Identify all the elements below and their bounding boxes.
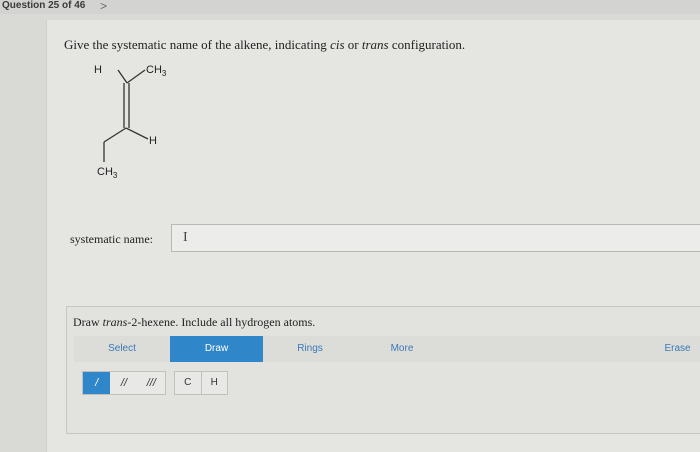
tab-more[interactable]: More <box>357 336 447 362</box>
atom-h-right: H <box>149 135 157 147</box>
triple-bond-button[interactable]: /// <box>138 372 165 394</box>
prompt-cis: cis <box>330 37 345 52</box>
alkene-structure: H CH3 H CH3 <box>94 64 167 180</box>
tab-erase[interactable]: Erase <box>655 336 700 362</box>
carbon-atom-button[interactable]: C <box>175 372 202 394</box>
bond-c1-ch3 <box>126 69 146 84</box>
bond-h-c1 <box>117 69 128 84</box>
double-bond-button[interactable]: // <box>110 372 137 394</box>
prompt-trans: trans <box>361 37 389 52</box>
systematic-name-label: systematic name: <box>70 232 153 246</box>
bond-c2-c3 <box>103 127 127 143</box>
next-question-icon[interactable]: > <box>100 0 107 13</box>
tab-rings[interactable]: Rings <box>263 336 357 362</box>
atom-tool-group: C H <box>174 371 228 395</box>
bond-tool-group: / // /// <box>82 371 166 395</box>
draw-instruction: Draw trans-2-hexene. Include all hydroge… <box>73 315 315 330</box>
prompt-text-start: Give the systematic name of the alkene, … <box>64 37 331 52</box>
bond-c2-h <box>125 127 149 140</box>
prompt-text-mid: or <box>344 37 362 52</box>
instr-start: Draw <box>73 315 103 329</box>
prompt-text-end: configuration. <box>388 37 466 52</box>
atom-h-top: H <box>94 64 102 76</box>
hydrogen-atom-button[interactable]: H <box>202 372 228 394</box>
single-bond-button[interactable]: / <box>83 372 111 394</box>
systematic-name-input[interactable] <box>171 224 700 252</box>
tab-select[interactable]: Select <box>74 336 170 362</box>
question-prompt: Give the systematic name of the alkene, … <box>64 37 465 53</box>
atom-ch3-top: CH3 <box>146 64 167 78</box>
tab-draw[interactable]: Draw <box>170 336 263 362</box>
atom-ch3-bottom: CH3 <box>97 166 118 180</box>
instr-end: -2-hexene. Include all hydrogen atoms. <box>127 315 316 329</box>
question-counter: Question 25 of 46 <box>2 0 86 11</box>
text-cursor-icon: I <box>183 230 188 245</box>
instr-italic: trans <box>102 315 128 329</box>
